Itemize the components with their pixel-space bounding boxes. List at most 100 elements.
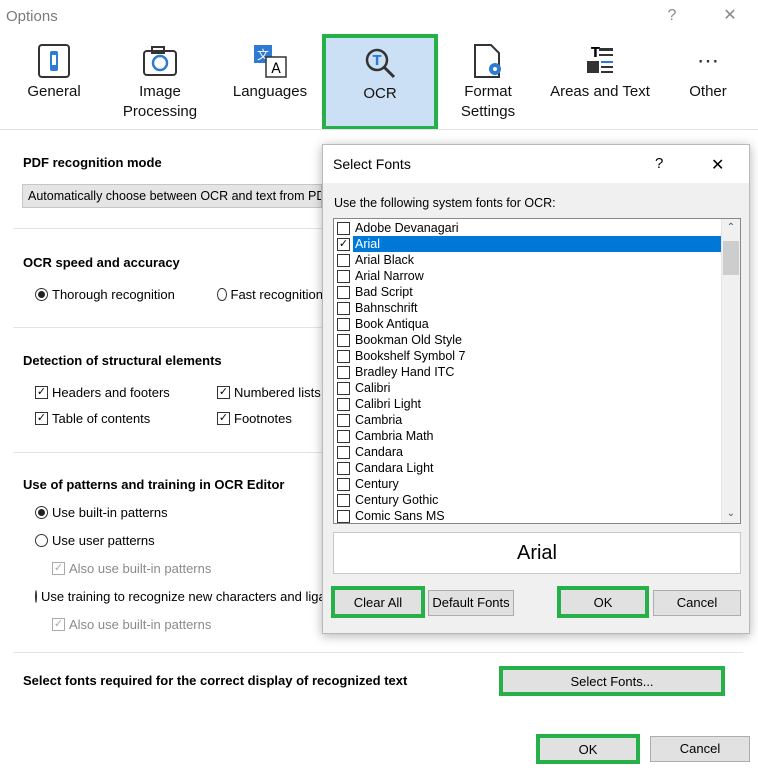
scrollbar-thumb[interactable] [723,241,739,275]
font-checkbox[interactable] [337,429,350,443]
builtin-patterns-radio[interactable]: Use built-in patterns [35,505,168,520]
font-checkbox[interactable] [337,493,350,507]
font-list-item[interactable]: Century [334,476,740,492]
footnotes-checkbox[interactable]: ✓ Footnotes [217,411,292,426]
pdf-mode-combo[interactable]: Automatically choose between OCR and tex… [22,184,322,208]
font-list-item[interactable]: Cambria Math [334,428,740,444]
thorough-radio[interactable]: Thorough recognition [35,287,175,302]
tab-general[interactable]: General [0,34,108,126]
user-patterns-radio[interactable]: Use user patterns [35,533,155,548]
tab-format-settings[interactable]: Format Settings [434,34,542,126]
font-list-item[interactable]: Cambria [334,412,740,428]
select-fonts-dialog: Select Fonts ? ✕ Use the following syste… [322,144,750,634]
font-list-item[interactable]: Bookshelf Symbol 7 [334,348,740,364]
check-mark: ✓ [35,386,48,399]
font-checkbox[interactable] [337,461,350,475]
font-checkbox[interactable] [337,285,350,299]
default-fonts-button[interactable]: Default Fonts [428,590,514,616]
fast-radio[interactable]: Fast recognition [217,287,323,302]
dialog-help-button[interactable]: ? [655,155,663,172]
also-builtin-checkbox-1[interactable]: ✓ Also use built-in patterns [52,561,211,576]
svg-text:T: T [373,54,382,69]
tab-languages[interactable]: 文A Languages [216,34,324,126]
dialog-ok-button[interactable]: OK [557,586,649,618]
font-list-item[interactable]: Bradley Hand ITC [334,364,740,380]
user-label: Use user patterns [52,533,155,548]
font-checkbox[interactable] [337,221,350,235]
fonts-heading: Select fonts required for the correct di… [23,673,408,688]
tab-label: OCR [363,85,397,102]
font-list-item[interactable]: Candara Light [334,460,740,476]
font-name: Cambria [355,413,403,427]
font-list[interactable]: Adobe Devanagari ✓ Arial Arial Black Arial N… [333,218,741,524]
font-list-item[interactable]: ✓ Arial [334,236,740,252]
font-list-item[interactable]: Arial Narrow [334,268,740,284]
font-list-item[interactable]: Century Gothic [334,492,740,508]
close-button[interactable]: ✕ [718,6,742,26]
structural-heading: Detection of structural elements [23,353,222,368]
camera-icon [106,40,214,82]
font-list-item[interactable]: Comic Sans MS [334,508,740,523]
divider [13,228,323,229]
font-preview: Arial [333,532,741,574]
help-button[interactable]: ? [660,6,684,26]
font-list-item[interactable]: Adobe Devanagari [334,220,740,236]
select-fonts-button[interactable]: Select Fonts... [499,666,725,696]
font-checkbox[interactable] [337,381,350,395]
font-name: Arial [353,236,740,252]
clear-all-button[interactable]: Clear All [331,586,425,618]
toc-checkbox[interactable]: ✓ Table of contents [35,411,150,426]
radio-dot [35,288,48,301]
training-label: Use training to recognize new characters… [41,589,323,604]
dialog-close-button[interactable]: ✕ [711,155,724,175]
font-checkbox[interactable] [337,445,350,459]
fast-label: Fast recognition [230,287,324,302]
font-checkbox[interactable] [337,365,350,379]
headers-footers-checkbox[interactable]: ✓ Headers and footers [35,385,170,400]
font-list-item[interactable]: Bookman Old Style [334,332,740,348]
font-checkbox[interactable] [337,397,350,411]
font-checkbox[interactable]: ✓ [337,237,350,251]
font-checkbox[interactable] [337,333,350,347]
font-list-item[interactable]: Calibri Light [334,396,740,412]
font-checkbox[interactable] [337,509,350,523]
font-checkbox[interactable] [337,301,350,315]
font-checkbox[interactable] [337,413,350,427]
also-builtin-checkbox-2[interactable]: ✓ Also use built-in patterns [52,617,211,632]
font-checkbox[interactable] [337,349,350,363]
tab-other[interactable]: ⋯ Other [654,34,758,126]
footnotes-label: Footnotes [234,411,292,426]
tab-areas-and-text[interactable]: T Areas and Text [546,34,654,126]
numbered-lists-checkbox[interactable]: ✓ Numbered lists [217,385,321,400]
font-list-item[interactable]: Book Antiqua [334,316,740,332]
font-name: Arial Narrow [355,269,424,283]
check-mark: ✓ [35,412,48,425]
font-checkbox[interactable] [337,317,350,331]
tab-ocr[interactable]: T OCR [322,34,438,130]
dialog-instruction: Use the following system fonts for OCR: [334,196,556,210]
tab-image-processing[interactable]: Image Processing [106,34,214,126]
svg-text:T: T [591,46,600,61]
ok-button[interactable]: OK [536,734,640,764]
tab-label: Format Settings [460,83,516,120]
font-list-scrollbar[interactable]: ⌃ ⌄ [721,219,740,523]
font-checkbox[interactable] [337,269,350,283]
font-name: Comic Sans MS [355,509,445,523]
scroll-down-arrow-icon[interactable]: ⌄ [722,505,740,523]
font-list-item[interactable]: Bad Script [334,284,740,300]
font-list-item[interactable]: Bahnschrift [334,300,740,316]
builtin-label: Use built-in patterns [52,505,168,520]
font-list-item[interactable]: Candara [334,444,740,460]
dialog-cancel-button[interactable]: Cancel [653,590,741,616]
font-list-item[interactable]: Calibri [334,380,740,396]
tab-label: Other [689,83,727,100]
cancel-button[interactable]: Cancel [650,736,750,762]
speed-heading: OCR speed and accuracy [23,255,180,270]
font-list-item[interactable]: Arial Black [334,252,740,268]
font-checkbox[interactable] [337,477,350,491]
font-name: Candara [355,445,403,459]
training-radio[interactable]: Use training to recognize new characters… [35,589,323,604]
scroll-up-arrow-icon[interactable]: ⌃ [722,219,740,237]
font-checkbox[interactable] [337,253,350,267]
thorough-label: Thorough recognition [52,287,175,302]
